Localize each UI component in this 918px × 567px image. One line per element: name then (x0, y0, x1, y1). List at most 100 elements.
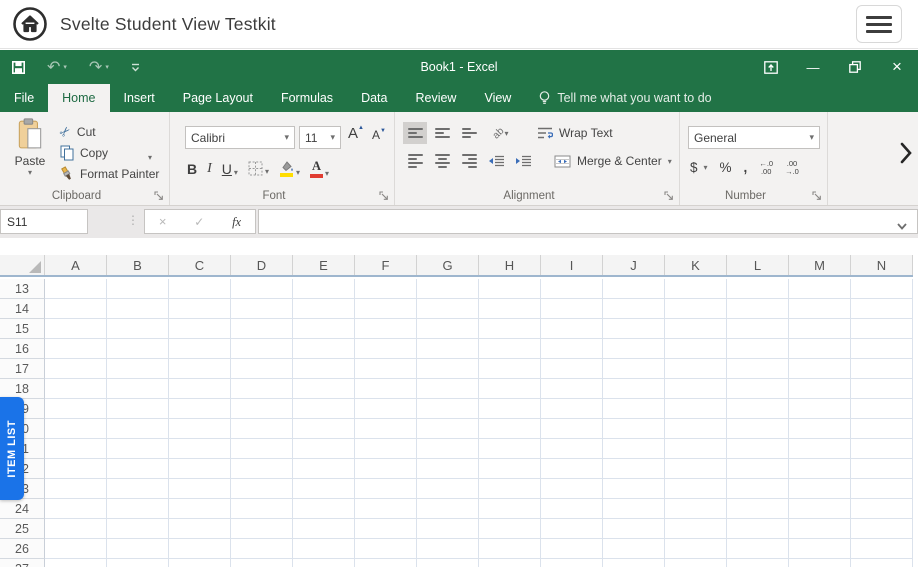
grid-cell[interactable] (45, 439, 107, 459)
grid-cell[interactable] (851, 479, 913, 499)
grid-cell[interactable] (851, 559, 913, 567)
ribbon-tab[interactable]: File (0, 84, 48, 112)
grid-cell[interactable] (45, 499, 107, 519)
grid-cell[interactable] (851, 459, 913, 479)
grid-cell[interactable] (665, 379, 727, 399)
copy-button[interactable]: Copy (60, 145, 108, 161)
ribbon-tab[interactable]: Insert (110, 84, 169, 112)
grid-cell[interactable] (603, 539, 665, 559)
grid-cell[interactable] (231, 519, 293, 539)
grid-cell[interactable] (665, 339, 727, 359)
grid-cell[interactable] (727, 499, 789, 519)
bold-button[interactable]: B (184, 159, 200, 179)
font-family-select[interactable]: Calibri ▾ (185, 126, 295, 149)
column-header[interactable]: C (169, 255, 231, 275)
grid-cell[interactable] (479, 339, 541, 359)
grid-cell[interactable] (107, 539, 169, 559)
grid-cell[interactable] (665, 559, 727, 567)
ribbon-tab[interactable]: Home (48, 84, 109, 112)
grid-cell[interactable] (417, 499, 479, 519)
grid-cell[interactable] (479, 539, 541, 559)
grid-cell[interactable] (107, 319, 169, 339)
grid-cell[interactable] (169, 459, 231, 479)
hamburger-menu-button[interactable] (856, 5, 902, 43)
grid-cell[interactable] (231, 439, 293, 459)
grid-cell[interactable] (541, 299, 603, 319)
grid-cell[interactable] (851, 359, 913, 379)
grid-cell[interactable] (603, 419, 665, 439)
grid-cell[interactable] (107, 439, 169, 459)
align-center-button[interactable] (430, 150, 454, 172)
grid-cell[interactable] (727, 539, 789, 559)
grid-cell[interactable] (665, 319, 727, 339)
grid-cell[interactable] (479, 439, 541, 459)
column-header[interactable]: K (665, 255, 727, 275)
grid-cell[interactable] (355, 279, 417, 299)
grid-cell[interactable] (107, 399, 169, 419)
grid-cell[interactable] (417, 419, 479, 439)
grid-cell[interactable] (107, 499, 169, 519)
grid-cell[interactable] (45, 399, 107, 419)
currency-button[interactable]: $ ▾ (690, 160, 708, 175)
grid-cell[interactable] (789, 359, 851, 379)
align-right-button[interactable] (457, 150, 481, 172)
font-dialog-launcher[interactable] (378, 189, 390, 201)
minimize-button[interactable]: — (792, 50, 834, 84)
grid-cell[interactable] (789, 519, 851, 539)
grid-cell[interactable] (479, 519, 541, 539)
grid-cell[interactable] (45, 319, 107, 339)
expand-formula-bar-button[interactable] (897, 218, 907, 233)
increase-indent-button[interactable] (511, 150, 535, 172)
grid-cell[interactable] (851, 319, 913, 339)
grid-cell[interactable] (727, 299, 789, 319)
save-button[interactable] (12, 61, 25, 74)
grid-cell[interactable] (231, 559, 293, 567)
grid-cell[interactable] (665, 279, 727, 299)
row-header[interactable]: 13 (0, 279, 45, 299)
grid-cell[interactable] (293, 539, 355, 559)
percent-button[interactable]: % (720, 160, 732, 175)
grid-cell[interactable] (45, 339, 107, 359)
grid-cell[interactable] (355, 379, 417, 399)
grid-cell[interactable] (355, 519, 417, 539)
borders-button[interactable]: ▾ (245, 159, 272, 178)
grid-cell[interactable] (231, 319, 293, 339)
grid-cell[interactable] (541, 379, 603, 399)
grid-cell[interactable] (479, 379, 541, 399)
redo-button[interactable]: ↷ ▾ (89, 57, 109, 77)
grid-cell[interactable] (417, 279, 479, 299)
grid-cell[interactable] (355, 459, 417, 479)
grid-cell[interactable] (665, 399, 727, 419)
grid-cell[interactable] (541, 319, 603, 339)
row-header[interactable]: 26 (0, 539, 45, 559)
grid-cell[interactable] (727, 559, 789, 567)
comma-style-button[interactable]: , (744, 160, 748, 175)
select-all-button[interactable] (0, 255, 45, 275)
grid-cell[interactable] (603, 399, 665, 419)
grid-cell[interactable] (45, 299, 107, 319)
grid-cell[interactable] (851, 519, 913, 539)
grid-cell[interactable] (169, 319, 231, 339)
grid-cell[interactable] (479, 299, 541, 319)
grid-cell[interactable] (479, 499, 541, 519)
grid-cell[interactable] (169, 279, 231, 299)
cancel-button[interactable]: × (159, 214, 167, 229)
grid-cell[interactable] (45, 519, 107, 539)
grid-cell[interactable] (169, 519, 231, 539)
grid-cell[interactable] (169, 359, 231, 379)
alignment-dialog-launcher[interactable] (663, 189, 675, 201)
ribbon-scroll-right-button[interactable] (900, 142, 912, 167)
grid-cell[interactable] (603, 459, 665, 479)
grid-cell[interactable] (169, 559, 231, 567)
grid-cell[interactable] (665, 539, 727, 559)
column-header[interactable]: M (789, 255, 851, 275)
grid-cell[interactable] (603, 439, 665, 459)
grid-cell[interactable] (727, 339, 789, 359)
grid-cell[interactable] (293, 419, 355, 439)
grid-cell[interactable] (541, 499, 603, 519)
grid-cell[interactable] (727, 479, 789, 499)
grid-cell[interactable] (665, 299, 727, 319)
font-color-button[interactable]: A ▾ (307, 158, 332, 180)
grid-cell[interactable] (45, 279, 107, 299)
grid-cell[interactable] (851, 299, 913, 319)
